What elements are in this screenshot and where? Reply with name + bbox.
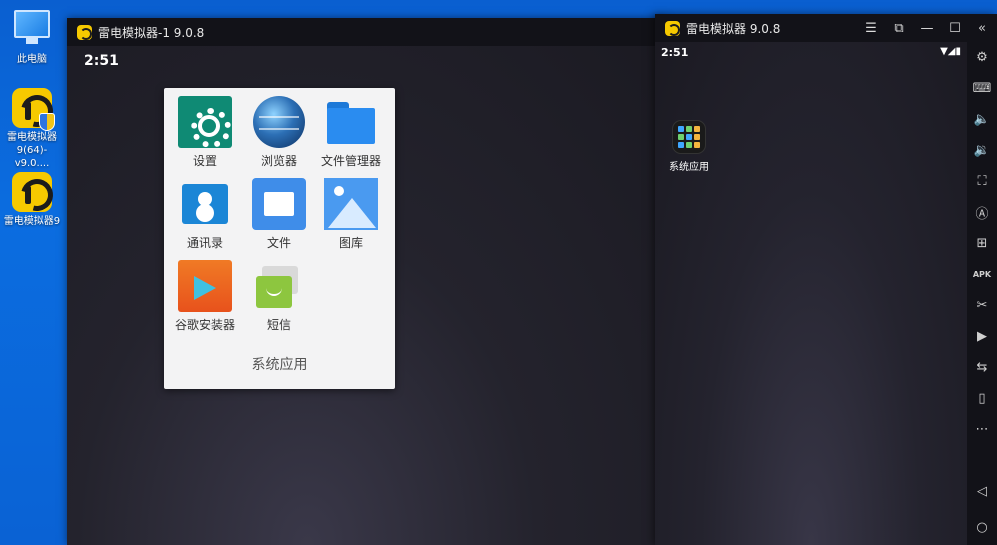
emulator-sidebar: « ⚙ ⌨ 🔈 🔉 ⛶ Ⓐ ⊞ APK ✂ ▶ ⇆ ▯ ⋯ ◁ ○ — [967, 14, 997, 545]
app-contacts[interactable]: 通讯录 — [168, 178, 242, 251]
home-app-system-apps[interactable]: 系统应用 — [667, 120, 711, 173]
android-screen[interactable]: 2:51 ▼◢▮ 系统应用 — [655, 42, 967, 545]
ldplayer-logo-icon — [77, 24, 92, 40]
google-installer-icon — [178, 260, 232, 312]
gallery-icon — [324, 178, 378, 230]
shake-icon[interactable]: ▯ — [967, 383, 997, 414]
desktop-icon-ldplayer[interactable]: 雷电模拟器9 — [0, 172, 64, 228]
settings-icon[interactable]: ⚙ — [967, 42, 997, 73]
volume-up-icon[interactable]: 🔈 — [967, 104, 997, 135]
app-label: 图库 — [338, 236, 363, 250]
app-label: 系统应用 — [669, 162, 709, 173]
script-icon[interactable]: Ⓐ — [967, 197, 997, 228]
desktop-icon-ldplayer-64[interactable]: 雷电模拟器9(64)-v9.0.... — [0, 88, 64, 170]
android-screen[interactable]: 2:51 设置 浏览器 文件管理器 通讯录 文件 图库 谷歌安装器 短信 系统应… — [67, 46, 667, 545]
more-icon[interactable]: ⋯ — [967, 414, 997, 445]
window-titlebar[interactable]: 雷电模拟器 9.0.8 ☰ ⧉ — ☐ ✕ — [655, 14, 988, 42]
restore-button[interactable]: ⧉ — [885, 14, 913, 42]
menu-button[interactable]: ☰ — [857, 14, 885, 42]
minimize-button[interactable]: — — [913, 14, 941, 42]
app-label: 谷歌安装器 — [174, 318, 235, 332]
app-label: 浏览器 — [260, 154, 297, 168]
sync-icon[interactable]: ⇆ — [967, 352, 997, 383]
app-sms[interactable]: 短信 — [242, 260, 316, 333]
ldplayer-logo-icon — [12, 88, 55, 131]
window-titlebar[interactable]: 雷电模拟器-1 9.0.8 — [67, 18, 667, 46]
status-clock: 2:51 — [661, 46, 689, 59]
ldplayer-logo-icon — [12, 172, 52, 212]
desktop-icon-this-pc[interactable]: 此电脑 — [0, 6, 64, 66]
app-label: 文件管理器 — [320, 154, 381, 168]
multi-instance-icon[interactable]: ⊞ — [967, 228, 997, 259]
app-label: 文件 — [266, 236, 291, 250]
ldplayer-logo-icon — [665, 20, 680, 36]
sms-icon — [252, 260, 306, 312]
browser-icon — [253, 96, 305, 148]
desktop-icon-label: 此电脑 — [17, 54, 47, 65]
app-label: 通讯录 — [186, 236, 223, 250]
home-icon[interactable]: ○ — [967, 509, 997, 545]
emulator-window-2: 雷电模拟器 9.0.8 ☰ ⧉ — ☐ ✕ 2:51 ▼◢▮ 系统应用 « ⚙ … — [655, 14, 997, 545]
screenshot-icon[interactable]: ⛶ — [967, 166, 997, 197]
collapse-sidebar-button[interactable]: « — [967, 14, 997, 42]
app-file-manager[interactable]: 文件管理器 — [314, 96, 388, 169]
desktop-icon-label: 雷电模拟器9 — [3, 216, 61, 227]
app-browser[interactable]: 浏览器 — [242, 96, 316, 169]
maximize-button[interactable]: ☐ — [941, 14, 969, 42]
status-clock: 2:51 — [84, 53, 119, 69]
window-title: 雷电模拟器-1 9.0.8 — [98, 25, 205, 40]
computer-icon — [12, 10, 52, 50]
keyboard-icon[interactable]: ⌨ — [967, 73, 997, 104]
volume-down-icon[interactable]: 🔉 — [967, 135, 997, 166]
system-apps-folder-icon — [672, 120, 706, 154]
desktop-icon-label: 雷电模拟器9(64)-v9.0.... — [7, 132, 57, 169]
settings-icon — [178, 96, 232, 148]
apk-install-icon[interactable]: APK — [967, 259, 997, 290]
app-label: 短信 — [266, 318, 291, 332]
app-gallery[interactable]: 图库 — [314, 178, 388, 251]
folder-title[interactable]: 系统应用 — [164, 354, 395, 374]
app-files[interactable]: 文件 — [242, 178, 316, 251]
status-icons: ▼◢▮ — [940, 46, 961, 57]
contacts-icon — [178, 178, 232, 230]
record-icon[interactable]: ▶ — [967, 321, 997, 352]
emulator-window-1: 雷电模拟器-1 9.0.8 2:51 设置 浏览器 文件管理器 通讯录 文件 图… — [67, 18, 667, 545]
app-google-installer[interactable]: 谷歌安装器 — [168, 260, 242, 333]
files-icon — [252, 178, 306, 230]
file-manager-icon — [324, 96, 378, 148]
back-icon[interactable]: ◁ — [967, 473, 997, 509]
system-apps-folder: 设置 浏览器 文件管理器 通讯录 文件 图库 谷歌安装器 短信 系统应用 — [164, 88, 395, 389]
app-label: 设置 — [192, 154, 217, 168]
scissors-icon[interactable]: ✂ — [967, 290, 997, 321]
window-title: 雷电模拟器 9.0.8 — [686, 21, 781, 36]
app-settings[interactable]: 设置 — [168, 96, 242, 169]
